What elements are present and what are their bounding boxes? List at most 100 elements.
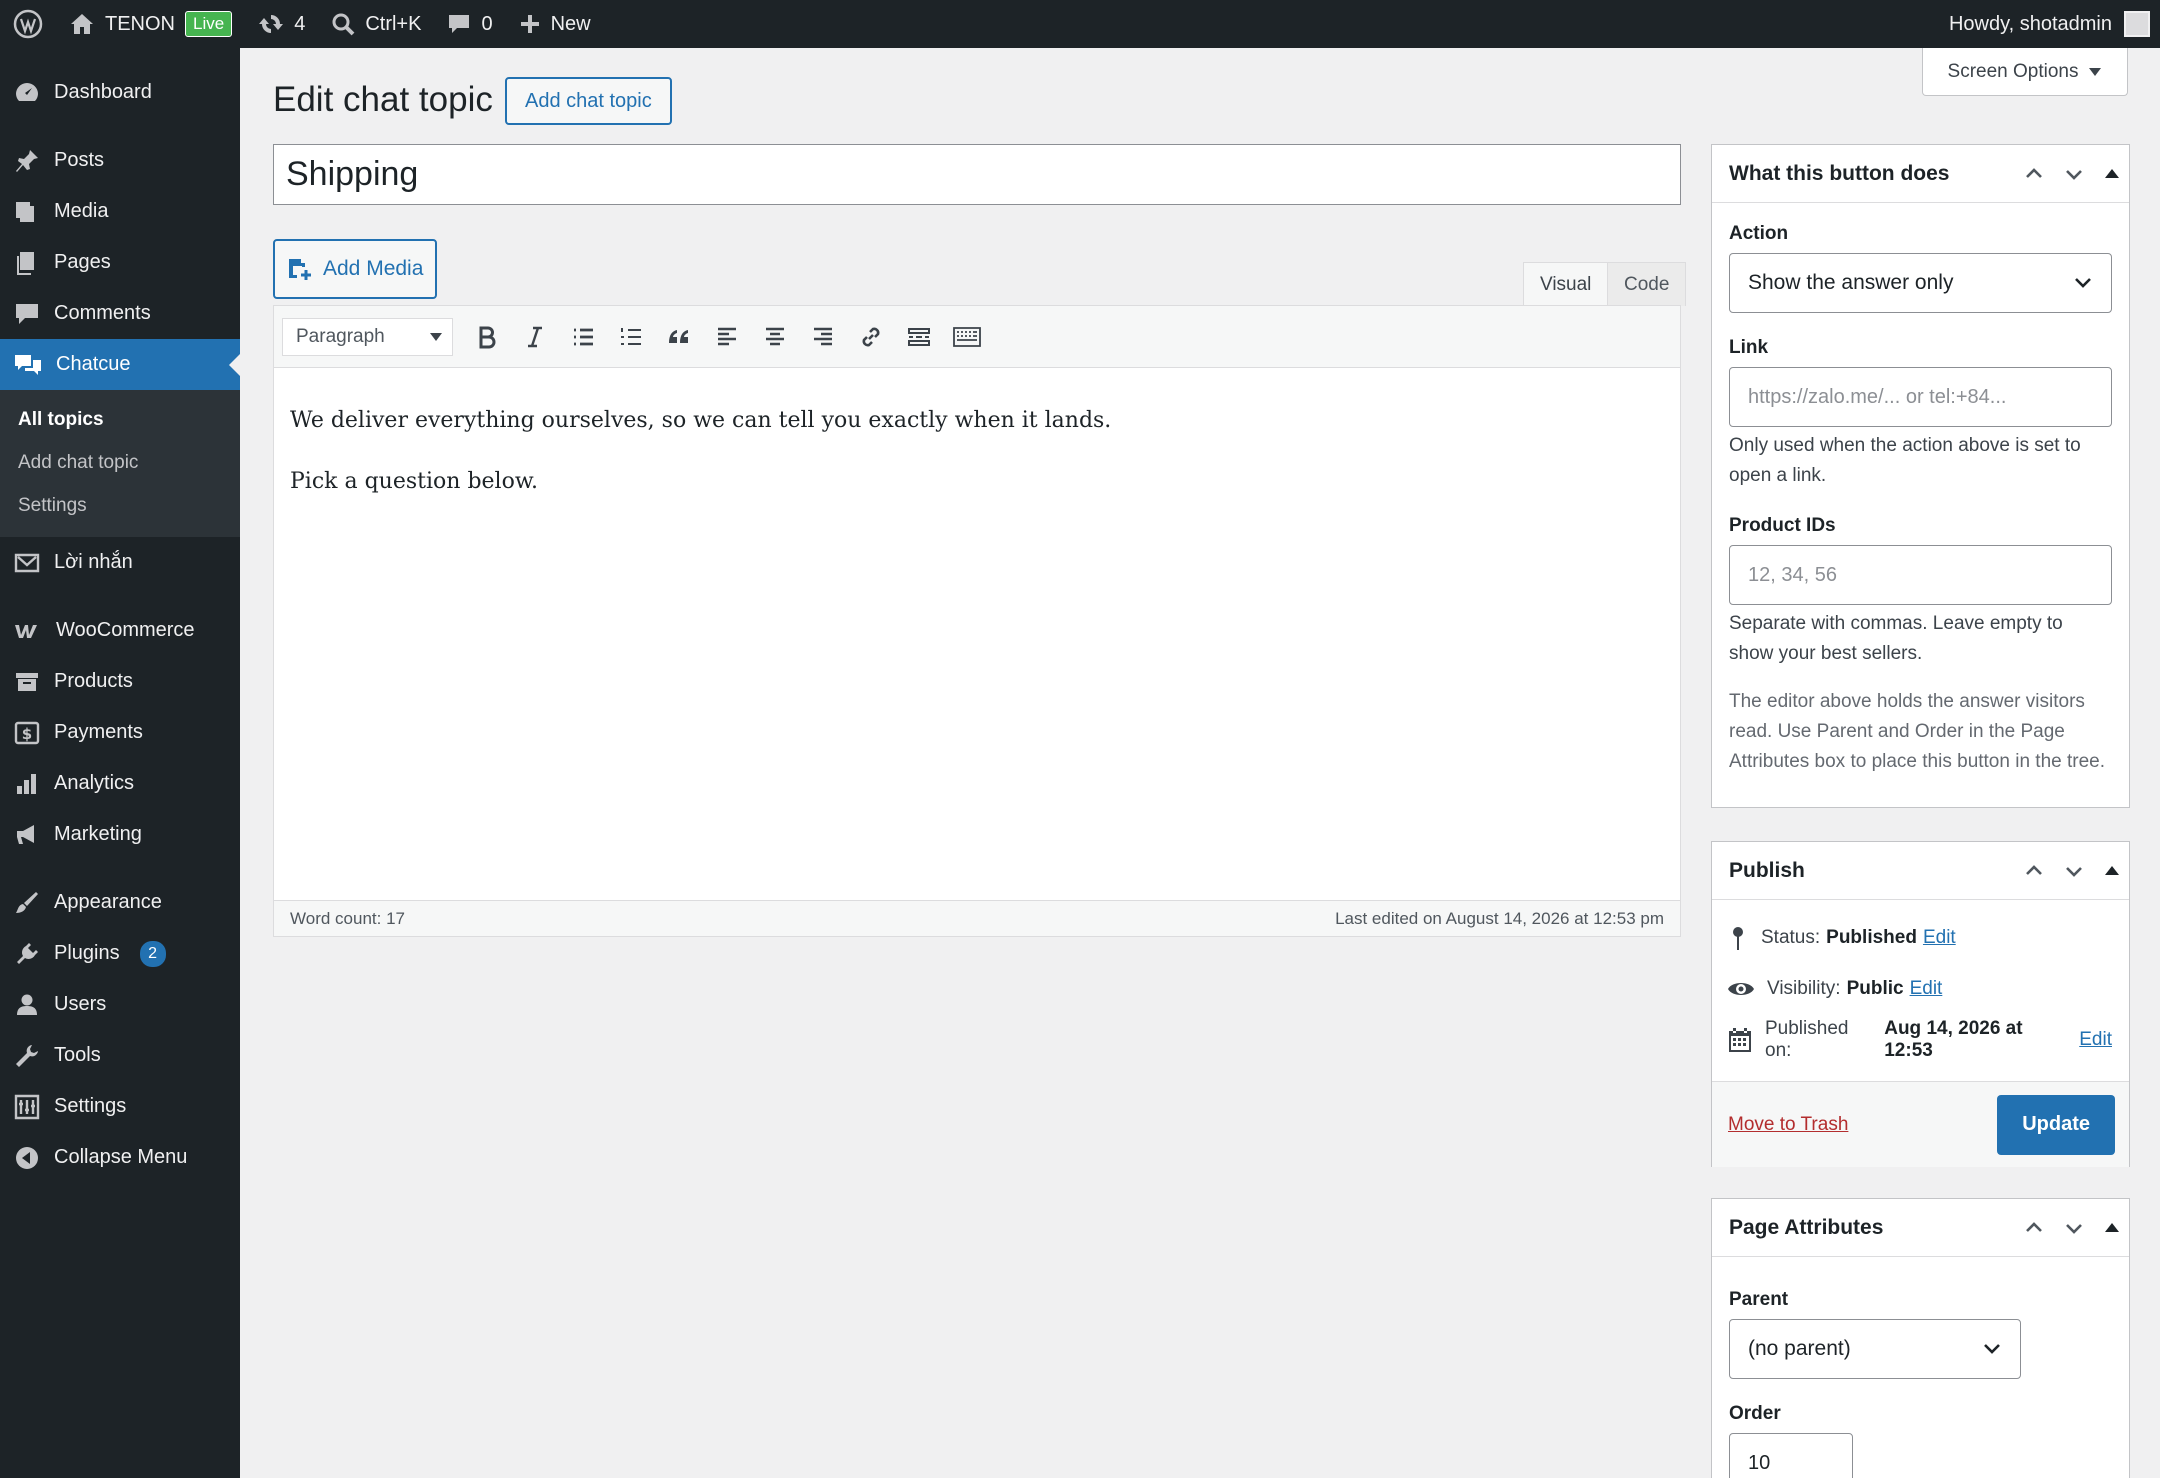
align-center-icon	[766, 327, 784, 345]
move-to-trash-link[interactable]: Move to Trash	[1728, 1114, 1848, 1136]
toggle-panel-icon[interactable]	[2105, 866, 2119, 875]
chevron-down-icon[interactable]	[2057, 854, 2091, 888]
edit-date-link[interactable]: Edit	[2079, 1029, 2112, 1051]
archive-icon	[16, 672, 38, 691]
format-select-value: Paragraph	[296, 325, 385, 347]
sidebar-item-marketing[interactable]: Marketing	[0, 809, 240, 860]
post-title-input[interactable]: Shipping	[273, 144, 1681, 205]
submenu-all-topics[interactable]: All topics	[0, 398, 240, 441]
eye-icon	[1728, 982, 1754, 995]
collapse-menu-button[interactable]: Collapse Menu	[0, 1132, 240, 1183]
blockquote-button[interactable]	[655, 315, 703, 359]
add-media-icon	[289, 259, 311, 280]
site-name: TENON	[105, 12, 175, 35]
bar-chart-icon	[17, 773, 36, 794]
search-item[interactable]: Ctrl+K	[318, 0, 434, 48]
align-left-icon	[718, 327, 736, 345]
bold-icon	[479, 326, 496, 348]
comments-icon	[16, 303, 38, 324]
toolbar-toggle-button[interactable]	[943, 315, 991, 359]
read-more-icon	[908, 327, 930, 346]
action-select[interactable]: Show the answer only	[1729, 253, 2112, 313]
sidebar-item-dashboard[interactable]: Dashboard	[0, 67, 240, 118]
sidebar-item-appearance[interactable]: Appearance	[0, 877, 240, 928]
updates-item[interactable]: 4	[245, 0, 318, 48]
sidebar-label: Comments	[54, 302, 151, 324]
pages-icon	[17, 251, 34, 275]
editor-status-bar: Word count: 17 Last edited on August 14,…	[274, 900, 1680, 936]
parent-select-value: (no parent)	[1748, 1337, 1851, 1360]
sidebar-item-users[interactable]: Users	[0, 979, 240, 1030]
sidebar-item-settings[interactable]: Settings	[0, 1081, 240, 1132]
link-input[interactable]: https://zalo.me/... or tel:+84...	[1729, 367, 2112, 427]
edit-visibility-link[interactable]: Edit	[1910, 978, 1943, 1000]
numbered-list-icon	[621, 327, 641, 345]
sidebar-item-woocommerce[interactable]: WooCommerce	[0, 605, 240, 656]
sidebar-item-analytics[interactable]: Analytics	[0, 758, 240, 809]
status-row: Status: Published Edit	[1727, 912, 2112, 963]
plug-icon	[17, 942, 38, 964]
new-label: New	[550, 12, 591, 35]
align-center-button[interactable]	[751, 315, 799, 359]
screen-options-label: Screen Options	[1947, 60, 2079, 82]
sidebar-item-chatcue[interactable]: Chatcue	[0, 339, 240, 390]
sidebar-label: Pages	[54, 251, 111, 273]
site-name-item[interactable]: TENON Live	[56, 0, 245, 48]
align-left-button[interactable]	[703, 315, 751, 359]
bold-button[interactable]	[463, 315, 511, 359]
published-on-value: Aug 14, 2026 at 12:53	[1884, 1017, 2023, 1061]
insert-link-button[interactable]	[847, 315, 895, 359]
keyboard-icon	[953, 326, 981, 347]
submenu-settings[interactable]: Settings	[0, 484, 240, 527]
align-right-button[interactable]	[799, 315, 847, 359]
chevron-up-icon[interactable]	[2017, 854, 2051, 888]
edit-status-link[interactable]: Edit	[1923, 927, 1956, 949]
comments-item[interactable]: 0	[434, 0, 505, 48]
home-icon	[71, 14, 93, 34]
postbox-header: Page Attributes	[1712, 1199, 2129, 1257]
add-media-button[interactable]: Add Media	[273, 239, 438, 299]
sidebar-item-media[interactable]: Media	[0, 186, 240, 237]
product-ids-input[interactable]: 12, 34, 56	[1729, 545, 2112, 605]
numbered-list-button[interactable]	[607, 315, 655, 359]
sidebar-item-loi-nhan[interactable]: Lời nhắn	[0, 537, 240, 588]
bulleted-list-button[interactable]	[559, 315, 607, 359]
editor-content[interactable]: We deliver everything ourselves, so we c…	[274, 368, 1680, 896]
tab-code[interactable]: Code	[1607, 262, 1687, 306]
read-more-button[interactable]	[895, 315, 943, 359]
chevron-up-icon[interactable]	[2017, 157, 2051, 191]
sidebar-item-pages[interactable]: Pages	[0, 237, 240, 288]
content-paragraph: Pick a question below.	[290, 469, 539, 494]
submenu-add-chat-topic[interactable]: Add chat topic	[0, 441, 240, 484]
my-account-item[interactable]: Howdy, shotadmin	[1949, 11, 2160, 37]
sidebar-item-posts[interactable]: Posts	[0, 135, 240, 186]
parent-label: Parent	[1729, 1289, 1789, 1310]
italic-button[interactable]	[511, 315, 559, 359]
chat-bubbles-icon	[15, 354, 41, 375]
sidebar-label: Plugins	[54, 942, 120, 964]
order-input[interactable]: 10	[1729, 1433, 1853, 1478]
tab-visual[interactable]: Visual	[1523, 262, 1609, 306]
add-chat-topic-button[interactable]: Add chat topic	[505, 77, 672, 125]
chevron-up-icon[interactable]	[2017, 1211, 2051, 1245]
toggle-panel-icon[interactable]	[2105, 1223, 2119, 1232]
chevron-down-icon[interactable]	[2057, 157, 2091, 191]
bulleted-list-icon	[574, 328, 593, 345]
update-button[interactable]: Update	[1997, 1094, 2115, 1155]
add-media-label: Add Media	[323, 257, 424, 280]
new-content-item[interactable]: New	[506, 0, 604, 48]
sidebar-item-products[interactable]: Products	[0, 656, 240, 707]
user-icon	[17, 994, 37, 1015]
sidebar-item-tools[interactable]: Tools	[0, 1030, 240, 1081]
screen-options-button[interactable]: Screen Options	[1922, 48, 2128, 96]
toggle-panel-icon[interactable]	[2105, 169, 2119, 178]
parent-select[interactable]: (no parent)	[1729, 1319, 2021, 1379]
plugins-update-badge: 2	[139, 940, 166, 967]
sidebar-item-plugins[interactable]: Plugins 2	[0, 928, 240, 979]
chevron-down-icon[interactable]	[2057, 1211, 2091, 1245]
sidebar-label: Payments	[54, 721, 143, 743]
format-select[interactable]: Paragraph	[282, 317, 453, 356]
sidebar-item-payments[interactable]: $ Payments	[0, 707, 240, 758]
sidebar-item-comments[interactable]: Comments	[0, 288, 240, 339]
wordpress-logo-item[interactable]	[0, 0, 56, 48]
